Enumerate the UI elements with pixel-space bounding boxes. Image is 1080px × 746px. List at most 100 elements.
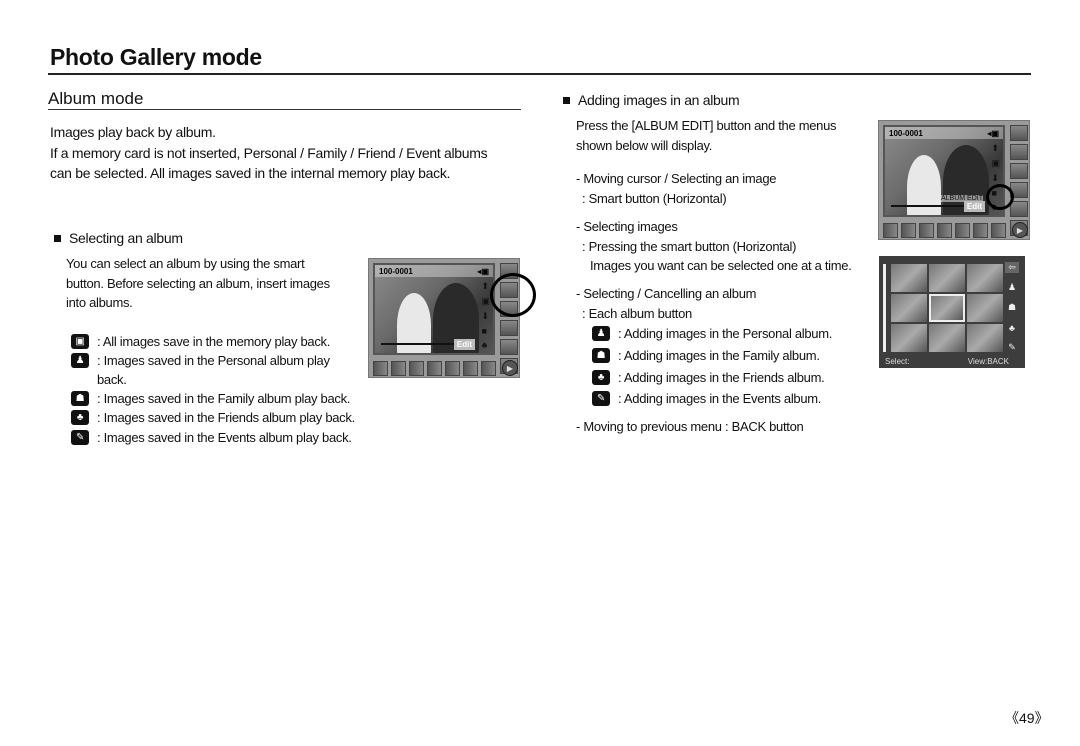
step-line: : Pressing the smart button (Horizontal): [582, 238, 797, 254]
bride-figure: [907, 155, 941, 215]
bottom-button: [445, 361, 460, 376]
bottom-buttons: [883, 223, 1006, 238]
legend-text: : Adding images in the Events album.: [618, 391, 822, 406]
camera-album-edit-illustration: 100-0001 ◂▣ ⬆ ▣ ⬇ ■ ♣ ALBUM EDIT Edit ▶: [878, 120, 1030, 240]
personal-album-icon: ♟: [592, 326, 610, 341]
side-button: [500, 339, 518, 355]
side-button: [1010, 125, 1028, 141]
view-back-label: View:BACK: [967, 357, 1009, 366]
bottom-button: [991, 223, 1006, 238]
album-icon: ◂▣: [987, 129, 999, 138]
up-arrow-icon: ⬆: [991, 143, 1000, 153]
friends-album-icon: ♣: [71, 410, 89, 425]
album-legend-item: ☗ : Images saved in the Family album pla…: [71, 389, 367, 408]
thumbnail: [967, 264, 1003, 292]
family-album-icon: ☗: [1007, 302, 1017, 312]
thumbnail: [967, 294, 1003, 322]
bottom-button: [391, 361, 406, 376]
side-buttons: [1010, 125, 1028, 236]
bottom-button: [481, 361, 496, 376]
thumbnail: [891, 324, 927, 352]
legend-text: : Images saved in the Family album play …: [97, 391, 351, 406]
album-icon-column: ⬆ ▣ ⬇ ■ ♣ ✓: [481, 281, 490, 355]
all-images-icon: ▣: [71, 334, 89, 349]
personal-album-icon: ♟: [71, 353, 89, 368]
friends-album-icon: ♣: [592, 370, 610, 385]
step-selecting-images: - Selecting images : Pressing the smart …: [576, 217, 852, 276]
events-album-icon: ✓: [481, 354, 490, 355]
down-arrow-icon: ⬇: [991, 173, 1000, 183]
page-number: 《49》: [1005, 710, 1049, 726]
bullet-square-icon: [563, 96, 570, 104]
play-icon: ▶: [1012, 222, 1028, 238]
thumbnail: [891, 264, 927, 292]
status-bar: 100-0001 ◂▣: [375, 265, 493, 277]
intro-line: Images play back by album.: [50, 124, 216, 140]
down-arrow-icon: ⬇: [481, 311, 490, 321]
camera-screen-illustration: 100-0001 ◂▣ ⬆ ▣ ⬇ ■ ♣ ✓ Edit ▶: [368, 258, 520, 378]
bottom-button: [937, 223, 952, 238]
body-line: You can select an album by using the sma…: [66, 256, 305, 271]
step-line: : Each album button: [582, 305, 692, 321]
family-album-icon: ☗: [71, 391, 89, 406]
legend-text: : Images saved in the Events album play …: [97, 430, 352, 445]
adding-body: Press the [ALBUM EDIT] button and the me…: [576, 116, 837, 155]
step-moving-cursor: - Moving cursor / Selecting an image : S…: [576, 169, 776, 208]
album-add-item: ♣ : Adding images in the Friends album.: [592, 368, 888, 387]
personal-album-icon: ♟: [1007, 282, 1017, 292]
legend-text: : Adding images in the Personal album.: [618, 326, 833, 341]
album-legend-item: ▣ : All images save in the memory play b…: [71, 332, 367, 351]
album-icon: ◂▣: [477, 267, 489, 276]
friends-album-icon: ♣: [1009, 322, 1015, 333]
album-legend-item: ♟ : Images saved in the Personal album p…: [71, 351, 347, 389]
bottom-button: [409, 361, 424, 376]
step-line: - Selecting / Cancelling an album: [576, 286, 757, 301]
section-divider: [48, 109, 521, 110]
legend-text: : Adding images in the Friends album.: [618, 370, 825, 385]
page-title: Photo Gallery mode: [50, 44, 262, 70]
bottom-buttons: [373, 361, 496, 376]
intro-text: Images play back by album. If a memory c…: [50, 122, 488, 184]
side-button: [500, 320, 518, 336]
highlight-circle: [490, 273, 536, 317]
bullet-square-icon: [54, 234, 61, 242]
album-add-item: ♟ : Adding images in the Personal album.: [592, 324, 888, 343]
bottom-button: [373, 361, 388, 376]
body-line: button. Before selecting an album, inser…: [66, 275, 330, 291]
body-line: shown below will display.: [576, 137, 713, 153]
bottom-button: [901, 223, 916, 238]
events-album-icon: ✎: [71, 430, 89, 445]
thumbnail: [967, 324, 1003, 352]
side-button: [1010, 201, 1028, 217]
file-number: 100-0001: [379, 267, 413, 276]
intro-line: can be selected. All images saved in the…: [50, 165, 451, 181]
thumbnail: [929, 324, 965, 352]
step-line: - Moving cursor / Selecting an image: [576, 171, 777, 186]
body-line: Press the [ALBUM EDIT] button and the me…: [576, 118, 837, 133]
family-album-icon: ■: [481, 326, 487, 336]
events-album-icon: ✎: [1008, 342, 1016, 352]
side-button: [1010, 144, 1028, 160]
bottom-button: [427, 361, 442, 376]
progress-slider: [891, 205, 971, 207]
file-number: 100-0001: [889, 129, 923, 138]
select-label: Select:: [885, 357, 910, 366]
album-legend-item: ✎ : Images saved in the Events album pla…: [71, 428, 367, 447]
side-button: [1010, 163, 1028, 179]
thumbnail: [929, 264, 965, 292]
album-edit-icon: ⇦: [1005, 262, 1019, 273]
edit-label: Edit: [963, 201, 985, 212]
body-line: into albums.: [66, 295, 133, 310]
events-album-icon: ✎: [592, 391, 610, 406]
album-add-item: ✎ : Adding images in the Events album.: [592, 389, 888, 408]
thumbnail: [891, 294, 927, 322]
step-line: - Selecting images: [576, 219, 678, 234]
legend-text: : Images saved in the Personal album pla…: [97, 353, 330, 387]
personal-album-icon: ▣: [991, 158, 1000, 168]
bottom-button: [973, 223, 988, 238]
bottom-button: [883, 223, 898, 238]
heading-text: Adding images in an album: [578, 92, 740, 108]
intro-line: If a memory card is not inserted, Person…: [50, 144, 488, 161]
legend-text: : Images saved in the Friends album play…: [97, 410, 355, 425]
step-line: Images you want can be selected one at a…: [590, 258, 852, 273]
